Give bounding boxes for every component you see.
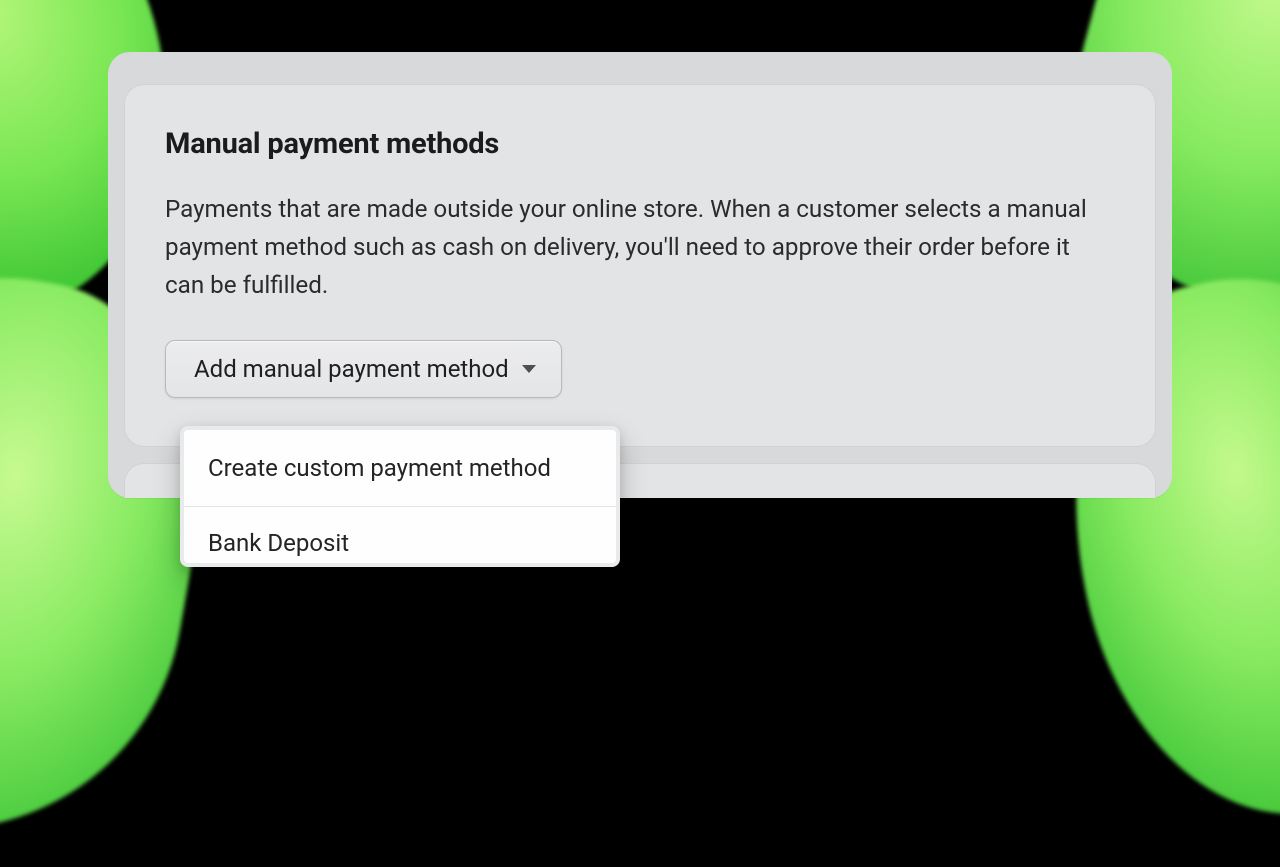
dropdown-label: Add manual payment method [194,355,509,383]
menu-item-create-custom[interactable]: Create custom payment method [184,430,616,506]
card-description: Payments that are made outside your onli… [165,191,1105,304]
card-title: Manual payment methods [165,127,1115,161]
add-manual-payment-button[interactable]: Add manual payment method [165,340,562,398]
menu-item-bank-deposit[interactable]: Bank Deposit [184,506,616,563]
manual-payment-card: Manual payment methods Payments that are… [124,84,1156,447]
caret-down-icon [521,363,537,375]
add-payment-menu: Create custom payment method Bank Deposi… [180,426,620,567]
